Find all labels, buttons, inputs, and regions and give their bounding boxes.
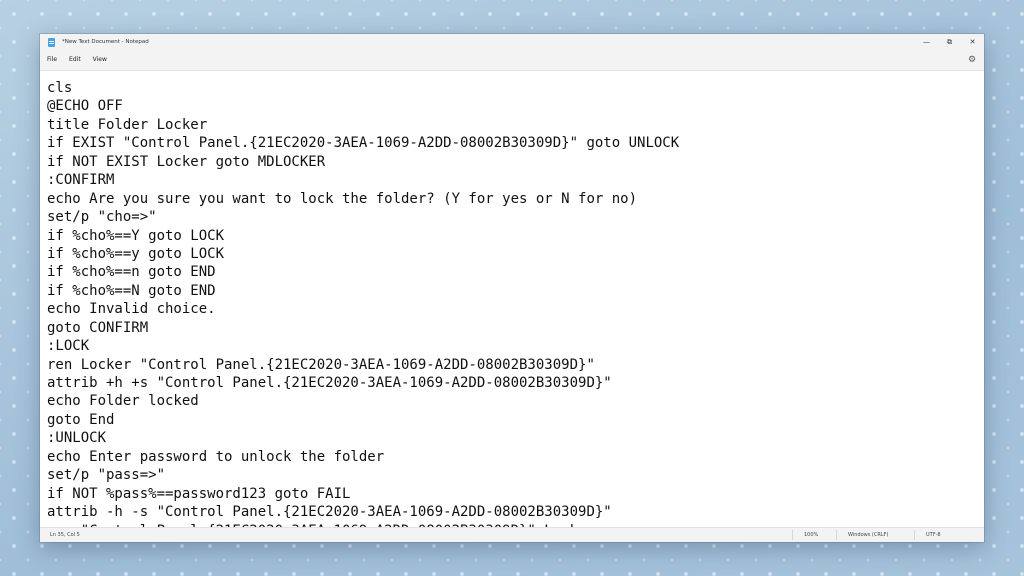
text-line[interactable]: set/p "cho=>" [47,208,679,226]
title-bar[interactable]: *New Text Document - Notepad — ⧉ ✕ [40,34,984,50]
line-ending[interactable]: Windows (CRLF) [848,532,888,538]
text-line[interactable]: if NOT EXIST Locker goto MDLOCKER [47,153,679,171]
text-line[interactable]: if %cho%==Y goto LOCK [47,227,679,245]
text-line[interactable]: :UNLOCK [47,429,679,447]
text-line[interactable]: set/p "pass=>" [47,466,679,484]
status-divider [836,530,837,540]
window-title: *New Text Document - Notepad [62,39,149,45]
text-line[interactable]: attrib -h -s "Control Panel.{21EC2020-3A… [47,503,679,521]
menu-edit[interactable]: Edit [63,50,87,70]
text-line[interactable]: ren Locker "Control Panel.{21EC2020-3AEA… [47,356,679,374]
status-bar: Ln 35, Col 5 100% Windows (CRLF) UTF-8 [40,527,984,542]
notepad-window: *New Text Document - Notepad — ⧉ ✕ File … [40,34,984,542]
text-line[interactable]: echo Invalid choice. [47,300,679,318]
menu-view[interactable]: View [87,50,113,70]
text-line[interactable]: if %cho%==y goto LOCK [47,245,679,263]
notepad-app-icon [48,37,55,47]
text-line[interactable]: echo Folder locked [47,392,679,410]
status-divider [792,530,793,540]
text-line[interactable]: attrib +h +s "Control Panel.{21EC2020-3A… [47,374,679,392]
text-line[interactable]: @ECHO OFF [47,97,679,115]
text-line[interactable]: :CONFIRM [47,171,679,189]
cursor-position[interactable]: Ln 35, Col 5 [50,532,80,538]
minimize-button[interactable]: — [915,34,938,50]
text-line[interactable]: echo Are you sure you want to lock the f… [47,190,679,208]
window-controls: — ⧉ ✕ [915,34,984,50]
menu-file[interactable]: File [41,50,63,70]
text-line[interactable]: echo Enter password to unlock the folder [47,448,679,466]
status-divider [914,530,915,540]
text-line[interactable]: if %cho%==N goto END [47,282,679,300]
text-line[interactable]: if EXIST "Control Panel.{21EC2020-3AEA-1… [47,134,679,152]
maximize-button[interactable]: ⧉ [938,34,961,50]
settings-gear-icon[interactable]: ⚙ [966,54,978,66]
document-text[interactable]: cls @ECHO OFF title Folder Locker if EXIST … [47,79,679,527]
text-line[interactable]: title Folder Locker [47,116,679,134]
close-button[interactable]: ✕ [961,34,984,50]
text-line[interactable]: :LOCK [47,337,679,355]
text-line[interactable]: cls [47,79,679,97]
text-line[interactable]: if NOT %pass%==password123 goto FAIL [47,485,679,503]
file-encoding[interactable]: UTF-8 [926,532,941,538]
menu-bar: File Edit View ⚙ [40,50,984,70]
text-editor-area[interactable]: cls @ECHO OFF title Folder Locker if EXIST … [40,70,984,527]
zoom-level[interactable]: 100% [804,532,818,538]
text-line[interactable]: goto CONFIRM [47,319,679,337]
text-line[interactable]: if %cho%==n goto END [47,263,679,281]
text-line[interactable]: goto End [47,411,679,429]
